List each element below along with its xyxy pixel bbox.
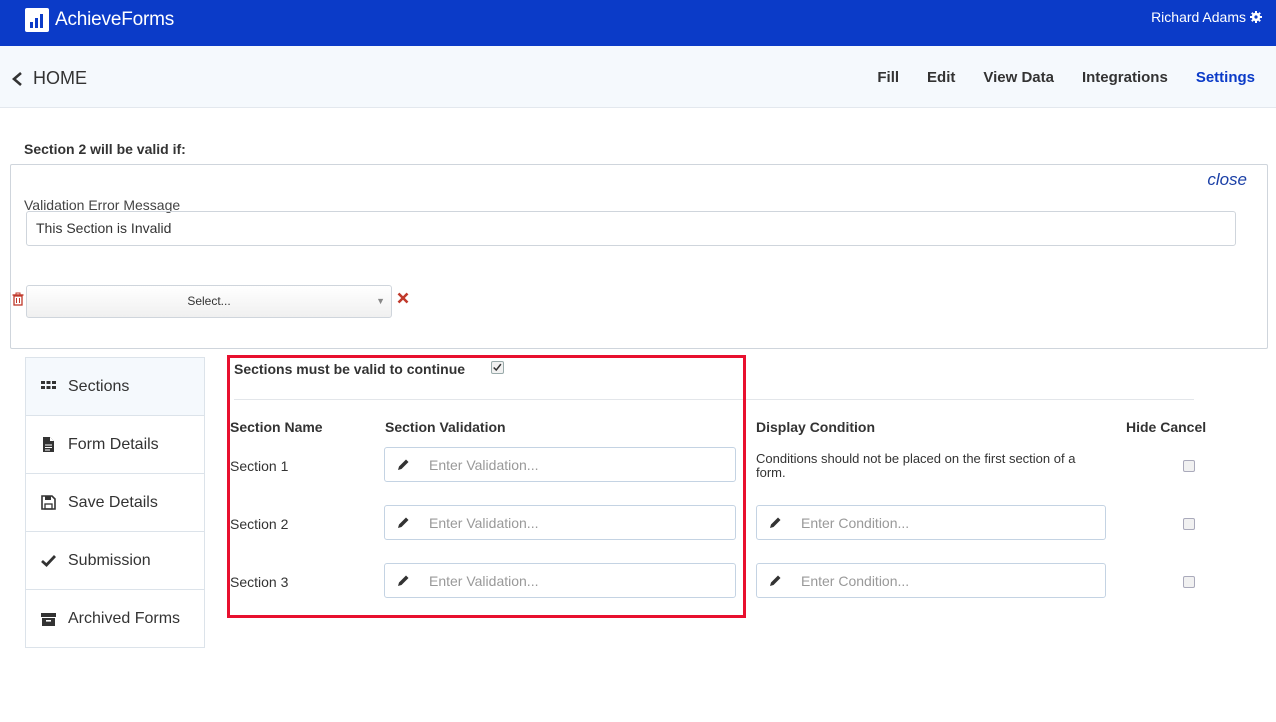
sidebar-item-label: Archived Forms xyxy=(68,610,181,627)
achieveforms-logo-icon xyxy=(25,8,49,32)
hide-cancel-checkbox[interactable] xyxy=(1183,460,1195,472)
section-validation-input[interactable]: Enter Validation... xyxy=(384,447,736,482)
caret-down-icon: ▼ xyxy=(376,296,385,306)
sidebar-item-label: Save Details xyxy=(68,493,158,511)
tab-integrations[interactable]: Integrations xyxy=(1082,69,1168,86)
nav-tabs: Fill Edit View Data Integrations Setting… xyxy=(877,69,1255,86)
validation-title: Section 2 will be valid if: xyxy=(24,141,186,157)
condition-select[interactable]: Select... ▼ xyxy=(26,285,392,318)
grid-icon xyxy=(41,381,56,389)
tab-view-data[interactable]: View Data xyxy=(983,69,1054,86)
hide-cancel-checkbox[interactable] xyxy=(1183,518,1195,530)
top-bar: AchieveForms Richard Adams xyxy=(0,0,1276,46)
remove-icon[interactable] xyxy=(397,292,409,304)
pencil-icon xyxy=(398,575,409,586)
archive-box-icon xyxy=(41,612,56,626)
section-validation-placeholder: Enter Validation... xyxy=(429,572,539,589)
display-condition-placeholder: Enter Condition... xyxy=(801,514,910,531)
checkmark-icon xyxy=(41,555,56,567)
section-validation-input[interactable]: Enter Validation... xyxy=(384,505,736,540)
section-name: Section 1 xyxy=(230,458,289,474)
tab-settings[interactable]: Settings xyxy=(1196,69,1255,86)
check-icon xyxy=(493,363,502,372)
tab-fill[interactable]: Fill xyxy=(877,69,899,86)
sidebar-item-submission[interactable]: Submission xyxy=(26,532,204,590)
sidebar-item-label: Sections xyxy=(68,377,130,395)
column-header-section-validation: Section Validation xyxy=(385,419,506,435)
sidebar-item-archived-forms[interactable]: Archived Forms xyxy=(26,590,204,648)
section-validation-input[interactable]: Enter Validation... xyxy=(384,563,736,598)
floppy-disk-icon xyxy=(41,495,56,510)
document-icon xyxy=(43,437,54,452)
close-link[interactable]: close xyxy=(1207,170,1247,190)
brand-name: AchieveForms xyxy=(55,9,175,30)
sections-must-be-valid-label: Sections must be valid to continue xyxy=(234,361,466,377)
display-condition-placeholder: Enter Condition... xyxy=(801,572,910,589)
column-header-section-name: Section Name xyxy=(230,419,323,435)
hide-cancel-checkbox[interactable] xyxy=(1183,576,1195,588)
pencil-icon xyxy=(398,517,409,528)
gear-icon xyxy=(1250,11,1262,23)
tab-edit[interactable]: Edit xyxy=(927,69,955,86)
condition-select-value: Select... xyxy=(187,294,231,308)
sidebar-item-form-details[interactable]: Form Details xyxy=(26,416,204,474)
home-label: HOME xyxy=(33,68,87,88)
settings-sidebar: Sections Form Details Save Details Submi… xyxy=(25,357,205,648)
sub-navigation: HOME Fill Edit View Data Integrations Se… xyxy=(0,46,1276,108)
pencil-icon xyxy=(770,575,781,586)
home-link[interactable]: HOME xyxy=(10,68,87,89)
column-header-hide-cancel: Hide Cancel xyxy=(1126,419,1207,435)
column-header-display-condition: Display Condition xyxy=(756,419,875,435)
sidebar-item-sections[interactable]: Sections xyxy=(26,358,204,416)
pencil-icon xyxy=(770,517,781,528)
section-validation-placeholder: Enter Validation... xyxy=(429,514,539,531)
validation-panel: close Validation Error Message This Sect… xyxy=(10,164,1268,349)
section-name: Section 2 xyxy=(230,516,289,532)
section-name: Section 3 xyxy=(230,574,289,590)
display-condition-input[interactable]: Enter Condition... xyxy=(756,505,1106,540)
pencil-icon xyxy=(398,459,409,470)
brand[interactable]: AchieveForms xyxy=(25,8,174,32)
first-section-note: Conditions should not be placed on the f… xyxy=(756,451,1076,480)
user-menu[interactable]: Richard Adams xyxy=(1151,9,1262,25)
sections-must-be-valid-checkbox[interactable] xyxy=(491,361,504,374)
user-name: Richard Adams xyxy=(1151,9,1246,25)
chevron-left-icon xyxy=(12,71,22,86)
sidebar-item-label: Form Details xyxy=(68,435,159,453)
divider xyxy=(234,399,1194,400)
sidebar-item-save-details[interactable]: Save Details xyxy=(26,474,204,532)
sidebar-item-label: Submission xyxy=(68,551,151,569)
trash-icon[interactable] xyxy=(11,292,25,306)
display-condition-input[interactable]: Enter Condition... xyxy=(756,563,1106,598)
section-validation-placeholder: Enter Validation... xyxy=(429,456,539,473)
validation-error-input[interactable]: This Section is Invalid xyxy=(26,211,1236,246)
